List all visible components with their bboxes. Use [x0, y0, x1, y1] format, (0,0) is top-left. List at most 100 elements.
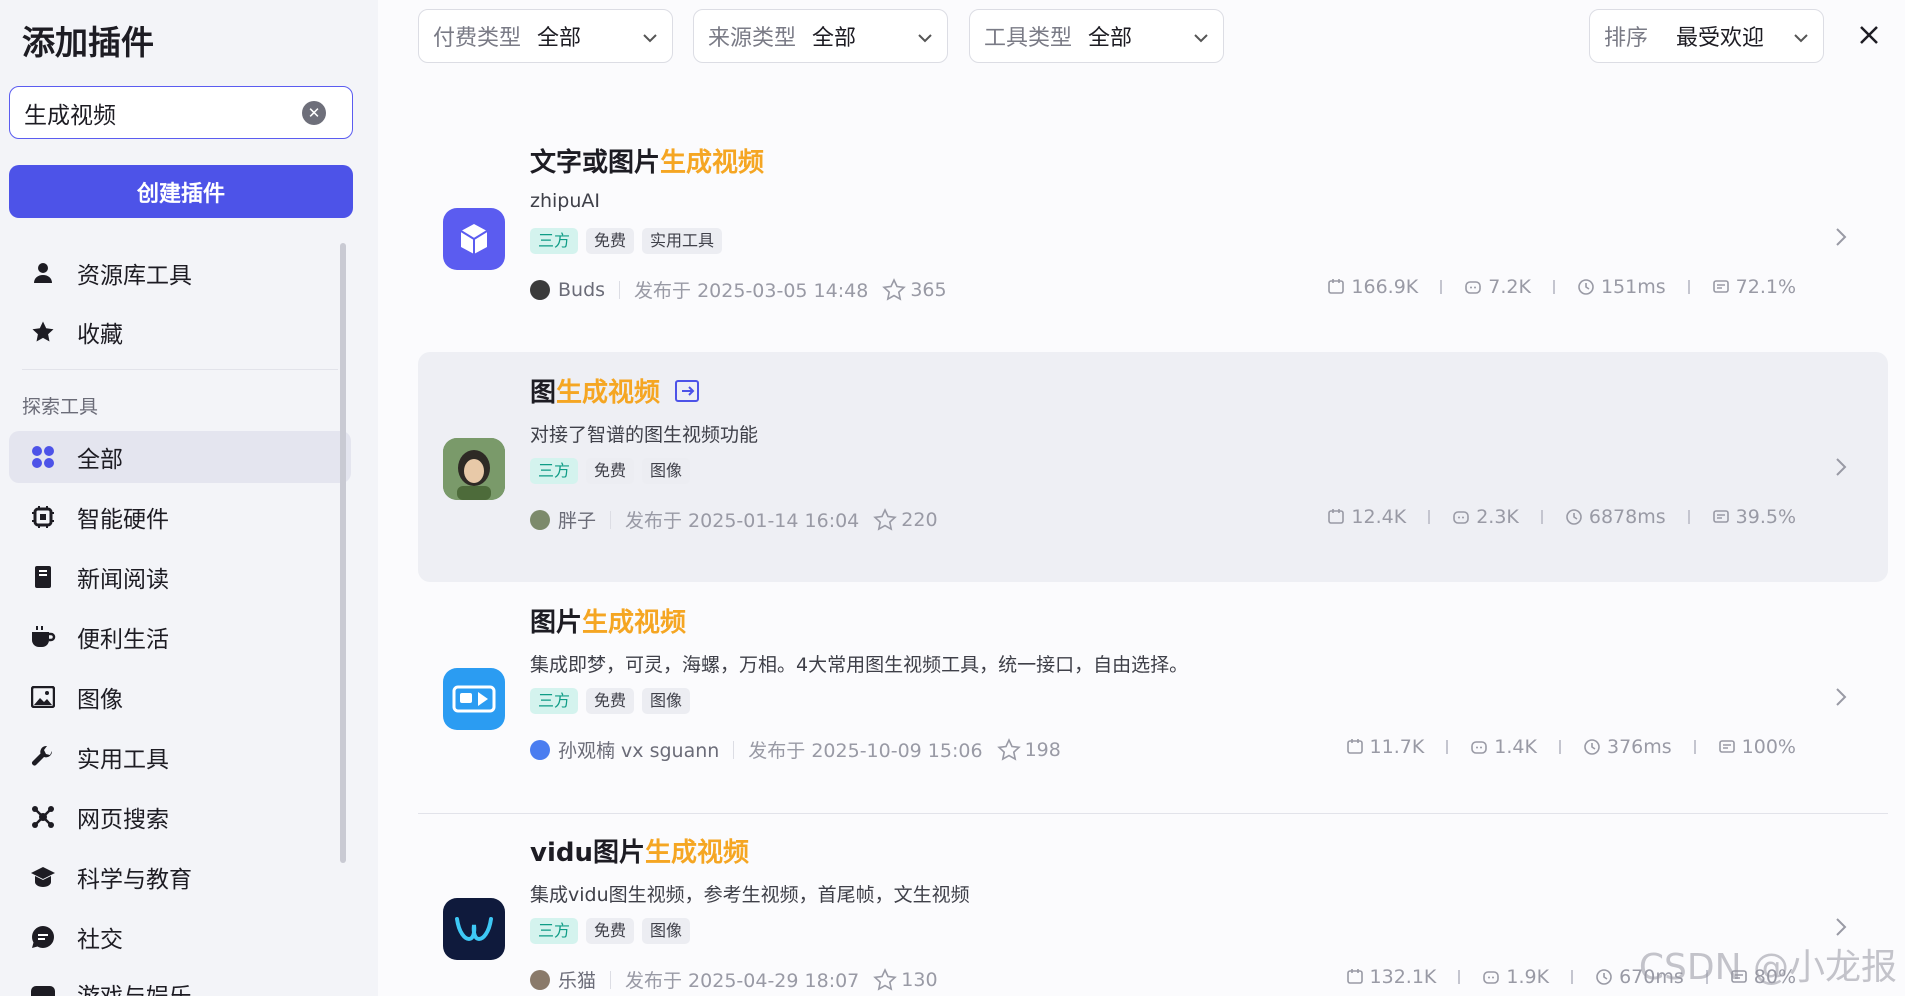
sidebar-item-label: 便利生活 [77, 627, 169, 653]
clear-search-icon[interactable]: ✕ [302, 101, 326, 125]
stat-latency: 376ms [1583, 736, 1672, 758]
sidebar-scrollbar[interactable] [340, 243, 346, 863]
sidebar-item-social[interactable]: 社交 [9, 911, 351, 963]
watermark: CSDN @小龙报 [1638, 947, 1897, 988]
tool-type-filter[interactable]: 工具类型 全部 [969, 9, 1224, 63]
publish-date: 发布于 2025-10-09 15:06 [748, 740, 983, 762]
sidebar-item-favorites[interactable]: 收藏 [9, 306, 351, 358]
stat-bots: 1.4K [1470, 736, 1537, 758]
publish-date: 发布于 2025-03-05 14:48 [634, 280, 869, 302]
chevron-right-icon[interactable] [1834, 226, 1848, 252]
sidebar-item-image[interactable]: 图像 [9, 671, 351, 723]
sidebar-divider [22, 369, 338, 370]
sidebar-item-smart-hardware[interactable]: 智能硬件 [9, 491, 351, 543]
author-name: 孙观楠 vx sguann [558, 740, 720, 762]
create-plugin-button[interactable]: 创建插件 [9, 165, 353, 218]
stat-calls: 12.4K [1327, 506, 1406, 528]
message-icon [1712, 280, 1729, 293]
search-input[interactable] [24, 97, 294, 129]
vidu-logo-icon [443, 898, 505, 960]
star-outline-icon [873, 507, 898, 531]
favorite-count[interactable]: 130 [873, 967, 938, 992]
avatar [530, 969, 550, 990]
sort-dropdown[interactable]: 排序 最受欢迎 [1589, 9, 1824, 63]
sidebar-item-label: 资源库工具 [77, 263, 192, 289]
sidebar-item-science-education[interactable]: 科学与教育 [9, 851, 351, 903]
plugin-cube-icon [443, 208, 505, 270]
sidebar-item-label: 图像 [77, 687, 123, 713]
search-box[interactable]: ✕ [9, 86, 353, 139]
sidebar-item-label: 游戏与娱乐 [77, 977, 192, 996]
tag-free: 免费 [586, 228, 635, 254]
close-icon[interactable] [1854, 20, 1884, 50]
plugin-tags: 三方 免费 实用工具 [530, 228, 723, 254]
plugin-meta: 孙观楠 vx sguann 发布于 2025-10-09 15:06 198 [530, 736, 1061, 763]
sidebar-item-convenient-life[interactable]: 便利生活 [9, 611, 351, 663]
stat-bots: 7.2K [1464, 276, 1531, 298]
open-in-icon[interactable] [674, 378, 700, 404]
bot-icon [1465, 281, 1482, 294]
tag-category: 图像 [642, 458, 691, 484]
plugin-card[interactable]: 文字或图片 生成视频 zhipuAI 三方 免费 实用工具 Buds 发布于 20… [418, 122, 1888, 352]
sidebar: 添加插件 ✕ 创建插件 资源库工具 收藏 探索工具 全部 智能硬件 新闻阅读 [0, 0, 378, 996]
sidebar-item-label: 新闻阅读 [77, 567, 169, 593]
plugin-meta: 乐猫 发布于 2025-04-29 18:07 130 [530, 966, 938, 993]
tag-free: 免费 [586, 458, 635, 484]
bot-icon [1453, 511, 1469, 524]
plugin-title: 图片 生成视频 [530, 608, 687, 638]
plugin-tags: 三方 免费 图像 [530, 918, 691, 944]
filter-label: 付费类型 [433, 26, 522, 51]
filter-label: 来源类型 [708, 26, 797, 51]
plugin-card[interactable]: 图生成视频 对接了智谱的图生视频功能 三方 免费 图像 胖子 发布于 2025-… [418, 352, 1888, 582]
payment-type-filter[interactable]: 付费类型 全部 [418, 9, 673, 63]
tag-category: 实用工具 [642, 228, 723, 254]
sidebar-item-utility-tools[interactable]: 实用工具 [9, 731, 351, 783]
filter-label: 工具类型 [984, 26, 1073, 51]
tag-third-party: 三方 [530, 688, 579, 714]
sidebar-item-all[interactable]: 全部 [9, 431, 351, 483]
sidebar-item-label: 收藏 [77, 322, 123, 348]
sort-value: 最受欢迎 [1676, 26, 1765, 51]
network-icon [29, 803, 57, 831]
avatar [530, 739, 550, 760]
stat-calls: 166.9K [1327, 276, 1418, 298]
sidebar-item-games[interactable]: 游戏与娱乐 [9, 968, 351, 996]
author-name: 胖子 [558, 510, 597, 532]
plugin-title: vidu图片 生成视频 [530, 838, 749, 868]
chevron-down-icon [642, 29, 658, 48]
filter-value: 全部 [812, 26, 857, 51]
favorite-count[interactable]: 365 [882, 277, 947, 302]
favorite-count[interactable]: 220 [873, 507, 938, 532]
plugin-subtitle: 集成vidu图生视频，参考生视频，首尾帧，文生视频 [530, 884, 970, 906]
tag-third-party: 三方 [530, 918, 579, 944]
plugin-title: 图生成视频 [530, 372, 700, 409]
tag-third-party: 三方 [530, 228, 579, 254]
sidebar-item-web-search[interactable]: 网页搜索 [9, 791, 351, 843]
publish-date: 发布于 2025-04-29 18:07 [625, 970, 860, 992]
stat-calls: 11.7K [1346, 736, 1424, 758]
sidebar-item-resource-tools[interactable]: 资源库工具 [9, 247, 351, 299]
plugin-meta: 胖子 发布于 2025-01-14 16:04 220 [530, 506, 938, 533]
favorite-count[interactable]: 198 [996, 737, 1061, 762]
plugin-card[interactable]: 图片 生成视频 集成即梦，可灵，海螺，万相。4大常用图生视频工具，统一接口，自由选… [418, 582, 1888, 812]
chip-icon [29, 503, 57, 531]
star-outline-icon [882, 277, 907, 301]
chevron-right-icon[interactable] [1834, 456, 1848, 482]
stat-latency: 151ms [1577, 276, 1666, 298]
plugin-tags: 三方 免费 图像 [530, 688, 691, 714]
filter-value: 全部 [1088, 26, 1133, 51]
avatar [530, 509, 550, 530]
avatar [530, 279, 550, 300]
star-outline-icon [873, 967, 898, 991]
chevron-right-icon[interactable] [1834, 686, 1848, 712]
source-type-filter[interactable]: 来源类型 全部 [693, 9, 948, 63]
clock-icon [1584, 739, 1600, 755]
sidebar-item-news[interactable]: 新闻阅读 [9, 551, 351, 603]
plugin-subtitle: 对接了智谱的图生视频功能 [530, 424, 759, 446]
plugin-avatar-image [443, 438, 505, 500]
clock-icon [1578, 279, 1594, 295]
message-icon [1718, 740, 1735, 753]
sidebar-item-label: 科学与教育 [77, 867, 192, 893]
plugin-subtitle: zhipuAI [530, 190, 600, 212]
sort-label: 排序 [1604, 26, 1649, 51]
